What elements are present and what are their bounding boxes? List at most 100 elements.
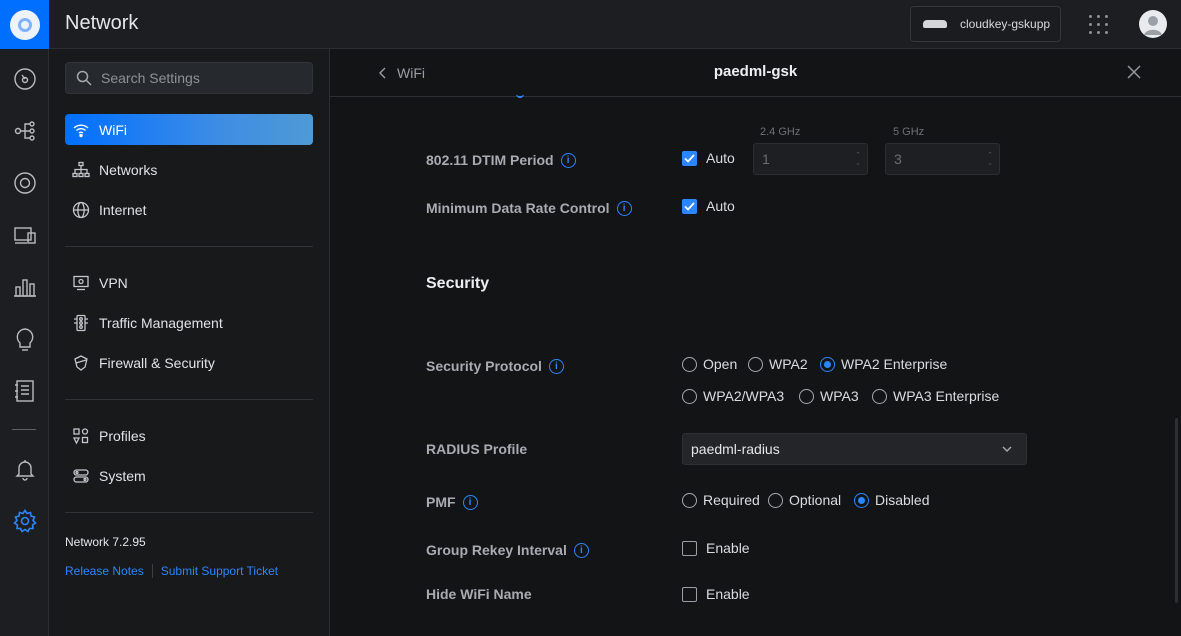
security-section-title: Security bbox=[426, 275, 490, 292]
group-rekey-label-text: Group Rekey Interval bbox=[426, 542, 567, 558]
support-ticket-link[interactable]: Submit Support Ticket bbox=[161, 564, 278, 578]
sidebar-item-wifi[interactable]: WiFi bbox=[65, 114, 313, 145]
dtim-label-text: 802.11 DTIM Period bbox=[426, 152, 554, 168]
radio-wpa2[interactable]: WPA2 bbox=[748, 356, 808, 372]
link-divider bbox=[151, 564, 153, 578]
dtim-24-input[interactable]: 1 ⌃ ⌄ bbox=[753, 143, 868, 175]
footer-links: Release Notes Submit Support Ticket bbox=[65, 564, 278, 578]
group-rekey-label: Group Rekey Interval i bbox=[426, 542, 589, 558]
devices-icon[interactable] bbox=[12, 170, 37, 195]
sidebar-item-system[interactable]: System bbox=[65, 460, 313, 491]
sidebar-divider bbox=[65, 399, 313, 400]
radio-pmf-required[interactable]: Required bbox=[682, 492, 760, 508]
radius-profile-select[interactable]: paedml-radius bbox=[682, 433, 1027, 465]
hide-wifi-name-label: Hide WiFi Name bbox=[426, 586, 532, 602]
search-box[interactable] bbox=[65, 62, 313, 94]
radio-wpa2-enterprise[interactable]: WPA2 Enterprise bbox=[820, 356, 947, 372]
close-icon[interactable] bbox=[1127, 65, 1141, 79]
clients-icon[interactable] bbox=[12, 222, 37, 247]
vpn-icon bbox=[72, 274, 90, 292]
radio-pmf-disabled[interactable]: Disabled bbox=[854, 492, 929, 508]
sidebar-item-vpn[interactable]: VPN bbox=[65, 267, 313, 298]
radio-icon bbox=[748, 356, 763, 372]
checkbox-label: Auto bbox=[706, 150, 735, 166]
insights-icon[interactable] bbox=[12, 326, 37, 351]
sidebar-item-traffic-management[interactable]: Traffic Management bbox=[65, 307, 313, 338]
sidebar-item-profiles[interactable]: Profiles bbox=[65, 420, 313, 451]
checkbox-icon bbox=[682, 540, 697, 556]
dashboard-icon[interactable] bbox=[12, 66, 37, 91]
radio-label: WPA2 bbox=[769, 356, 808, 372]
app-nav-rail bbox=[0, 49, 49, 636]
cloudkey-icon bbox=[923, 20, 947, 28]
group-rekey-checkbox[interactable]: Enable bbox=[682, 540, 750, 556]
dtim-5-input[interactable]: 3 ⌃ ⌄ bbox=[885, 143, 1000, 175]
radio-wpa2-wpa3[interactable]: WPA2/WPA3 bbox=[682, 388, 784, 404]
radio-icon bbox=[682, 388, 697, 404]
radio-label: Optional bbox=[789, 492, 842, 508]
pmf-label-text: PMF bbox=[426, 494, 456, 510]
info-icon[interactable]: i bbox=[616, 200, 632, 216]
radio-label: WPA2 Enterprise bbox=[841, 356, 948, 372]
release-notes-link[interactable]: Release Notes bbox=[65, 564, 144, 578]
statistics-icon[interactable] bbox=[12, 274, 37, 299]
radius-profile-value: paedml-radius bbox=[691, 441, 780, 457]
settings-gear-icon[interactable] bbox=[12, 508, 37, 533]
stepper-icon[interactable]: ⌃ ⌄ bbox=[987, 152, 993, 168]
info-icon[interactable]: i bbox=[560, 152, 576, 168]
sidebar-item-label: VPN bbox=[99, 274, 128, 291]
panel-header: WiFi paedml-gsk bbox=[330, 49, 1181, 98]
radio-label: WPA3 Enterprise bbox=[893, 388, 1000, 404]
panel-title: paedml-gsk bbox=[713, 63, 798, 80]
radio-label: WPA2/WPA3 bbox=[703, 388, 785, 404]
dtim-auto-checkbox[interactable]: Auto bbox=[682, 150, 735, 166]
radio-icon bbox=[768, 492, 783, 508]
stepper-icon[interactable]: ⌃ ⌄ bbox=[855, 152, 861, 168]
logo-icon bbox=[9, 9, 40, 40]
sidebar-item-networks[interactable]: Networks bbox=[65, 154, 313, 185]
dtim-label: 802.11 DTIM Period i bbox=[426, 152, 576, 168]
radius-profile-label: RADIUS Profile bbox=[426, 441, 527, 457]
checkbox-checked-icon bbox=[682, 150, 697, 166]
apps-grid-icon[interactable] bbox=[1089, 15, 1109, 35]
info-icon[interactable]: i bbox=[548, 358, 564, 374]
info-icon[interactable]: i bbox=[573, 542, 589, 558]
pmf-label: PMF i bbox=[426, 494, 478, 510]
topology-icon[interactable] bbox=[12, 118, 37, 143]
radio-icon bbox=[682, 356, 697, 372]
app-title: Network bbox=[65, 12, 139, 34]
checkbox-label: Auto bbox=[706, 198, 735, 214]
panel-scrollbar[interactable] bbox=[1175, 418, 1178, 603]
security-protocol-label: Security Protocol i bbox=[426, 358, 564, 374]
sidebar-divider bbox=[65, 246, 313, 247]
bell-icon[interactable] bbox=[12, 456, 37, 481]
checkbox-label: Enable bbox=[706, 540, 750, 556]
system-icon bbox=[72, 467, 90, 485]
system-log-icon[interactable] bbox=[12, 378, 37, 403]
sidebar-item-label: Firewall & Security bbox=[99, 354, 215, 371]
hide-wifi-name-label-text: Hide WiFi Name bbox=[426, 586, 532, 602]
radius-profile-label-text: RADIUS Profile bbox=[426, 441, 528, 457]
min-rate-auto-checkbox[interactable]: Auto bbox=[682, 198, 735, 214]
version-label: Network 7.2.95 bbox=[65, 535, 146, 549]
radio-label: Required bbox=[703, 492, 760, 508]
sidebar-item-label: WiFi bbox=[99, 121, 127, 138]
radio-wpa3-enterprise[interactable]: WPA3 Enterprise bbox=[872, 388, 999, 404]
user-avatar[interactable] bbox=[1139, 10, 1167, 38]
info-icon[interactable]: i bbox=[462, 494, 478, 510]
device-selector-button[interactable]: cloudkey-gskupp bbox=[910, 6, 1061, 42]
checkbox-icon bbox=[682, 586, 697, 602]
radio-selected-icon bbox=[854, 492, 869, 508]
radio-open[interactable]: Open bbox=[682, 356, 737, 372]
dtim-24-value: 1 bbox=[762, 151, 770, 167]
sidebar-divider bbox=[65, 512, 313, 513]
top-bar: Network cloudkey-gskupp bbox=[0, 0, 1181, 49]
search-input[interactable] bbox=[101, 70, 301, 86]
traffic-icon bbox=[72, 314, 90, 332]
radio-pmf-optional[interactable]: Optional bbox=[768, 492, 841, 508]
sidebar-item-internet[interactable]: Internet bbox=[65, 194, 313, 225]
radio-wpa3[interactable]: WPA3 bbox=[799, 388, 859, 404]
hide-wifi-name-checkbox[interactable]: Enable bbox=[682, 586, 750, 602]
sidebar-item-firewall-security[interactable]: Firewall & Security bbox=[65, 347, 313, 378]
unifi-logo[interactable] bbox=[0, 0, 49, 49]
